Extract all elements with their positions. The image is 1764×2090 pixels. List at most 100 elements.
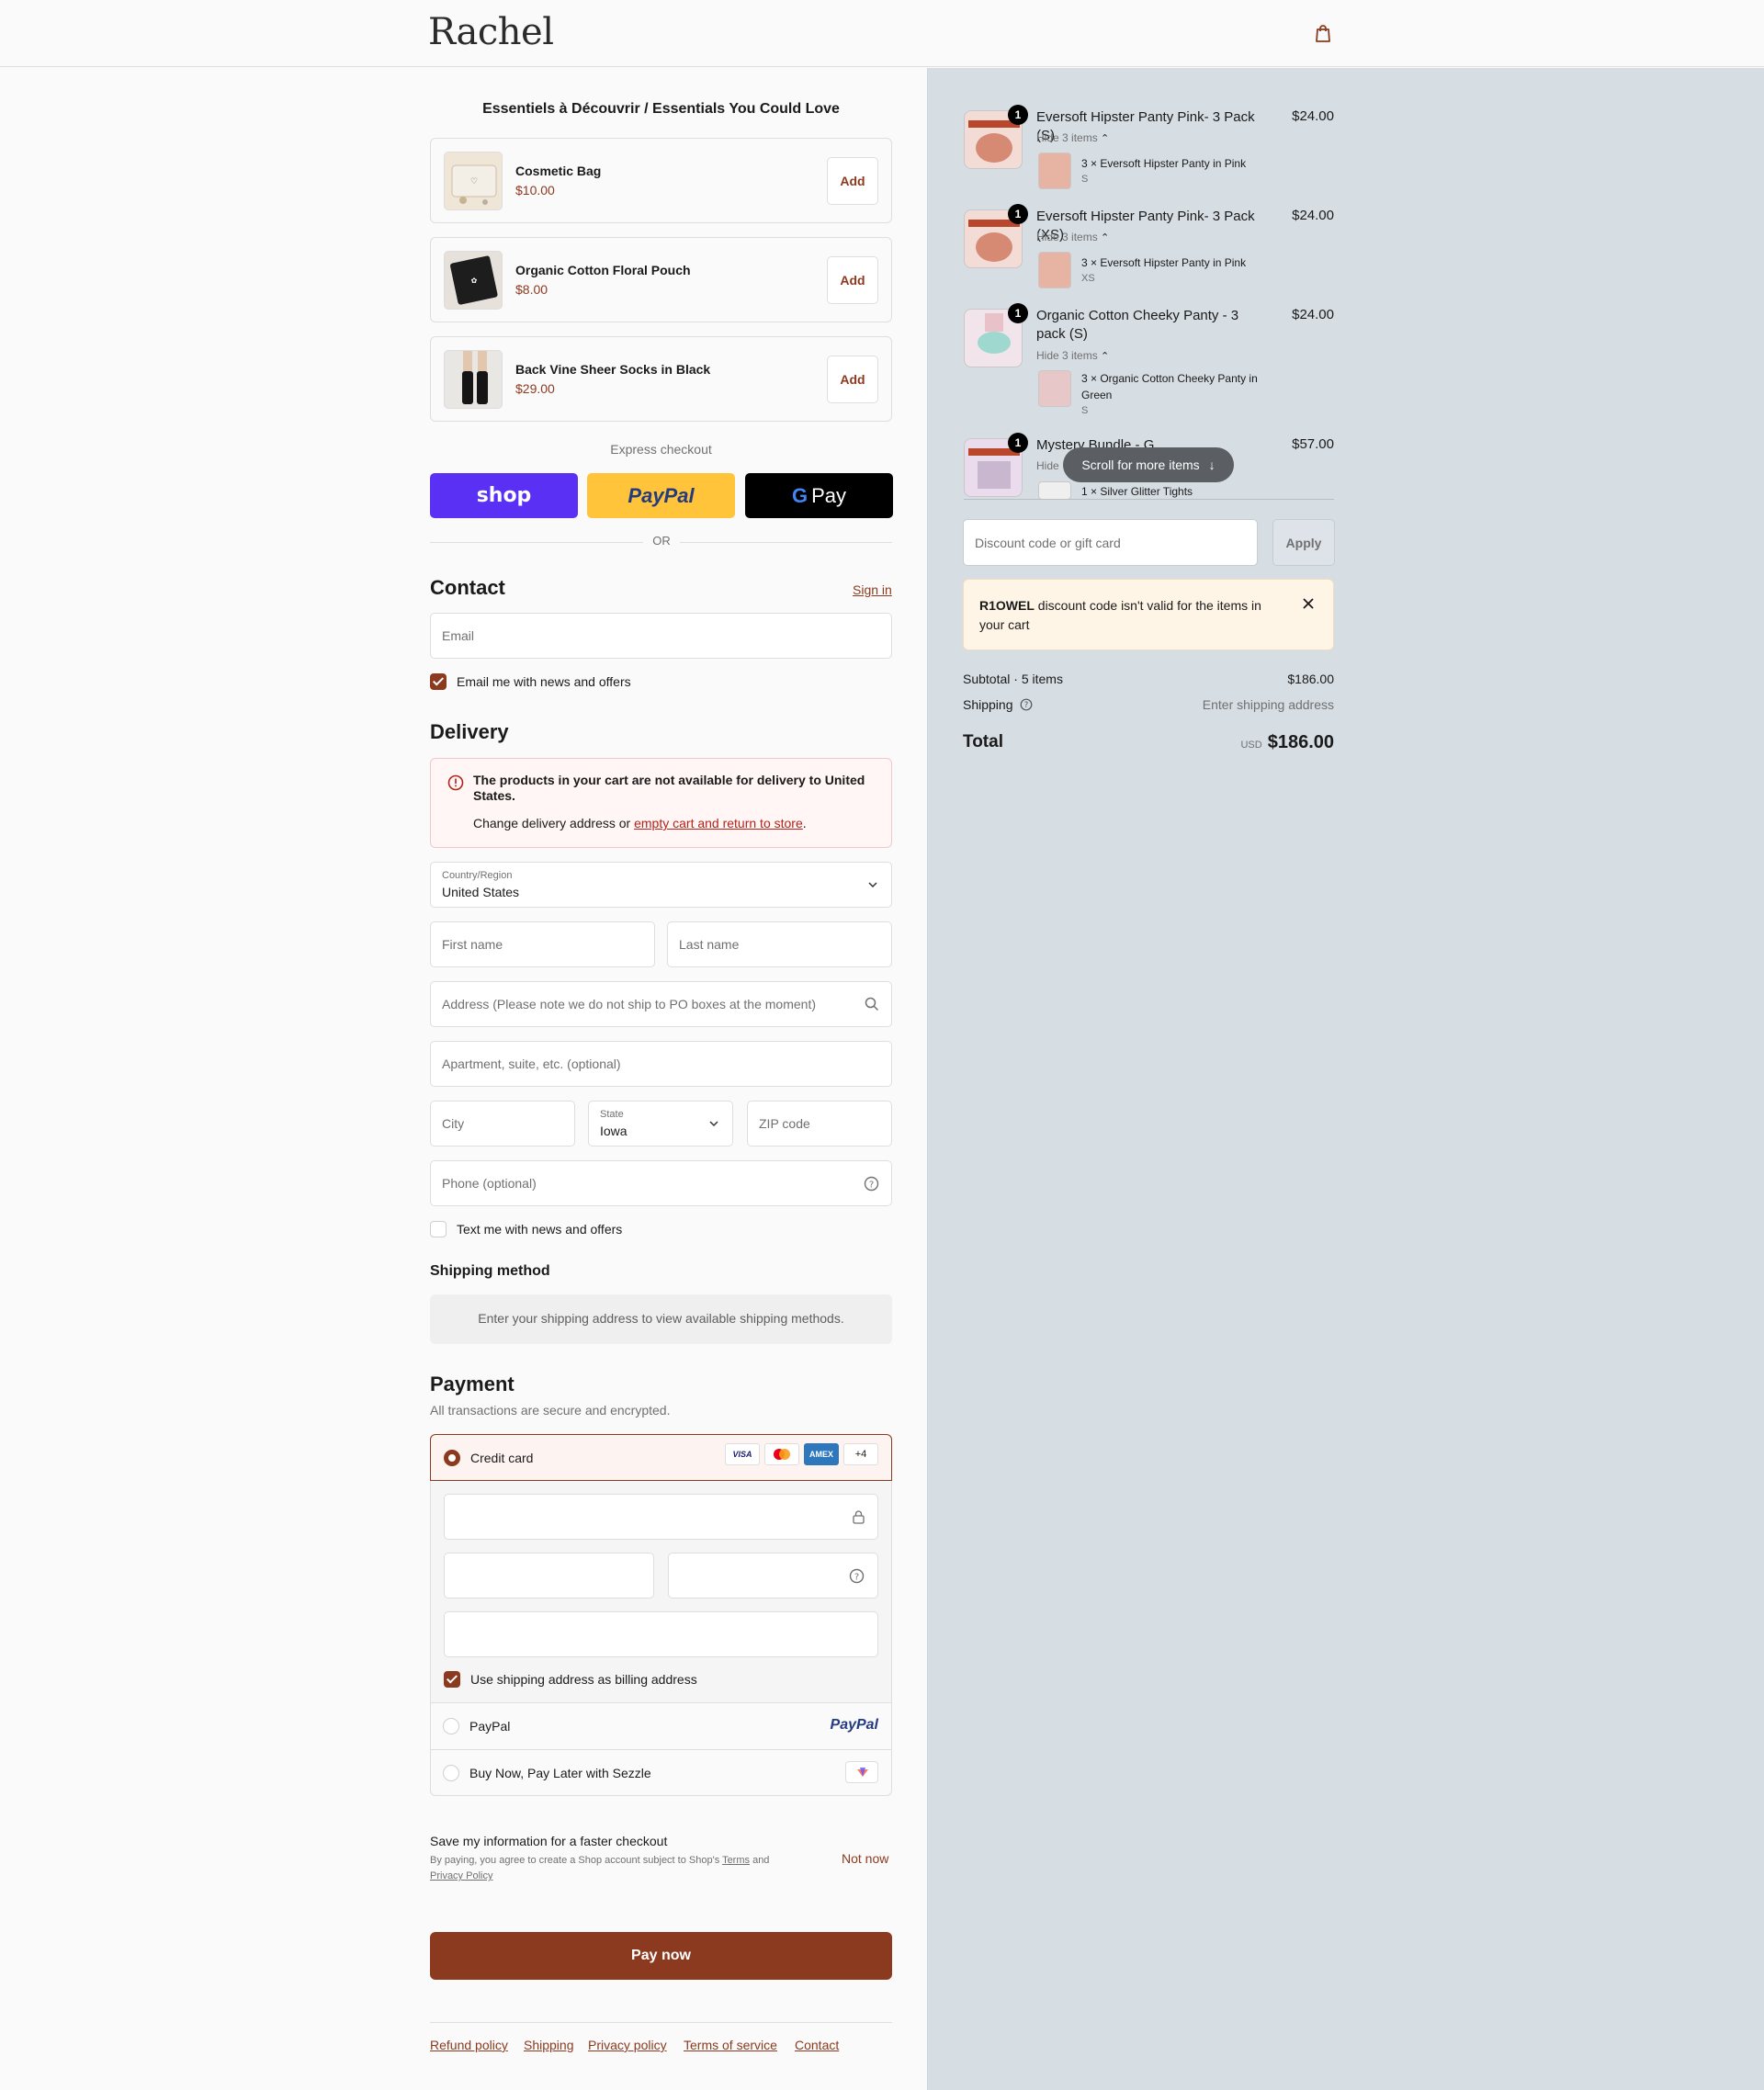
help-icon[interactable]: ? (1020, 698, 1033, 711)
bundle-item-variant: S (1081, 405, 1089, 416)
shipping-method-heading: Shipping method (430, 1263, 550, 1279)
paypal-radio[interactable] (443, 1718, 459, 1734)
shop-terms-link[interactable]: Terms (722, 1855, 750, 1866)
billing-address-label: Use shipping address as billing address (470, 1672, 697, 1687)
alert-message: Change delivery address or empty cart an… (473, 816, 807, 830)
google-g-icon: G (791, 483, 808, 507)
sezzle-radio[interactable] (443, 1765, 459, 1781)
country-label: Country/Region (442, 870, 513, 881)
credit-card-option[interactable]: Credit card VISA AMEX +4 (430, 1434, 892, 1481)
add-button[interactable]: Add (827, 256, 878, 304)
discount-code-text: R1OWEL (979, 598, 1035, 613)
email-news-checkbox[interactable] (430, 673, 447, 690)
shop-privacy-link[interactable]: Privacy Policy (430, 1870, 492, 1881)
hide-items-toggle[interactable]: Hide (1036, 459, 1059, 472)
visa-icon: VISA (725, 1443, 760, 1465)
credit-card-label: Credit card (470, 1451, 534, 1465)
credit-card-radio[interactable] (444, 1450, 460, 1466)
paypal-logo: PayPal (830, 1717, 878, 1733)
country-select[interactable]: Country/Region United States (430, 862, 892, 908)
chevron-up-icon: ⌃ (1101, 351, 1110, 362)
sezzle-option[interactable]: Buy Now, Pay Later with Sezzle (431, 1749, 891, 1795)
shipping-value: Enter shipping address (1202, 697, 1334, 712)
bundle-item-image (1038, 370, 1071, 407)
shipping-method-note: Enter your shipping address to view avai… (478, 1311, 844, 1326)
phone-field[interactable]: Phone (optional) ? (430, 1160, 892, 1206)
scroll-hint-label: Scroll for more items (1081, 458, 1200, 472)
address-field[interactable]: Address (Please note we do not ship to P… (430, 981, 892, 1027)
help-icon[interactable]: ? (864, 1176, 879, 1192)
zip-placeholder: ZIP code (759, 1116, 810, 1131)
text-news-label: Text me with news and offers (457, 1222, 623, 1237)
amex-icon: AMEX (804, 1443, 839, 1465)
close-icon[interactable] (1302, 597, 1315, 610)
help-icon[interactable]: ? (849, 1568, 865, 1584)
sign-in-link[interactable]: Sign in (853, 582, 892, 597)
discount-placeholder: Discount code or gift card (975, 536, 1121, 550)
scroll-for-more-button[interactable]: Scroll for more items ↓ (1063, 447, 1234, 482)
chevron-up-icon: ⌃ (1101, 133, 1110, 144)
billing-address-checkbox[interactable] (444, 1671, 460, 1688)
last-name-field[interactable]: Last name (667, 921, 892, 967)
state-select[interactable]: State Iowa (588, 1101, 733, 1147)
terms-of-service-link[interactable]: Terms of service (684, 2038, 777, 2052)
cart-item-price: $57.00 (1292, 436, 1334, 452)
email-field[interactable]: Email (430, 613, 892, 659)
discount-code-field[interactable]: Discount code or gift card (963, 519, 1258, 566)
lock-icon (853, 1510, 865, 1524)
city-field[interactable]: City (430, 1101, 575, 1147)
google-pay-button[interactable]: G Pay (745, 473, 893, 518)
discount-error-banner: R1OWEL discount code isn't valid for the… (963, 579, 1334, 650)
apartment-field[interactable]: Apartment, suite, etc. (optional) (430, 1041, 892, 1087)
refund-policy-link[interactable]: Refund policy (430, 2038, 508, 2052)
upsell-item-price: $29.00 (515, 381, 555, 396)
card-number-field[interactable] (444, 1494, 878, 1540)
brand-logo[interactable]: Rachel (428, 11, 554, 53)
upsell-title: Essentiels à Découvrir / Essentials You … (482, 101, 840, 117)
phone-placeholder: Phone (optional) (442, 1176, 537, 1191)
zip-field[interactable]: ZIP code (747, 1101, 892, 1147)
empty-cart-link[interactable]: empty cart and return to store (634, 816, 803, 830)
cart-item-price: $24.00 (1292, 208, 1334, 223)
email-placeholder: Email (442, 628, 475, 643)
paypal-option[interactable]: PayPal PayPal (431, 1702, 891, 1749)
pay-now-button[interactable]: Pay now (430, 1932, 892, 1980)
privacy-policy-link[interactable]: Privacy policy (588, 2038, 667, 2052)
apply-button[interactable]: Apply (1272, 519, 1335, 566)
alert-text-end: . (802, 816, 807, 830)
contact-link[interactable]: Contact (795, 2038, 839, 2052)
search-icon[interactable] (865, 997, 879, 1011)
sezzle-option-label: Buy Now, Pay Later with Sezzle (469, 1766, 651, 1780)
expiry-field[interactable] (444, 1553, 654, 1599)
total-value: $186.00 (1267, 732, 1334, 752)
alert-text: Change delivery address or (473, 816, 635, 830)
not-now-button[interactable]: Not now (842, 1851, 888, 1866)
upsell-item: Back Vine Sheer Socks in Black $29.00 Ad… (430, 336, 892, 422)
shipping-link[interactable]: Shipping (524, 2038, 574, 2052)
hide-items-toggle[interactable]: Hide 3 items ⌃ (1036, 231, 1109, 243)
hide-items-toggle[interactable]: Hide 3 items ⌃ (1036, 349, 1109, 362)
subtotal-label: Subtotal · 5 items (963, 672, 1063, 686)
shop-pay-button[interactable]: shop (430, 473, 578, 518)
quantity-badge: 1 (1008, 204, 1028, 224)
paypal-button[interactable]: PayPal (587, 473, 735, 518)
footer-divider (430, 2022, 892, 2023)
header: Rachel (0, 0, 1764, 67)
hide-items-toggle[interactable]: Hide 3 items ⌃ (1036, 131, 1109, 144)
upsell-item-price: $10.00 (515, 183, 555, 198)
text-news-checkbox[interactable] (430, 1221, 447, 1237)
add-button[interactable]: Add (827, 157, 878, 205)
upsell-item-name: Organic Cotton Floral Pouch (515, 263, 691, 277)
shopping-bag-icon[interactable] (1314, 23, 1332, 43)
first-name-field[interactable]: First name (430, 921, 655, 967)
total-amount: USD $186.00 (1176, 732, 1334, 753)
hide-items-label: Hide 3 items (1036, 349, 1098, 362)
or-divider-text: OR (643, 534, 680, 548)
name-on-card-field[interactable] (444, 1611, 878, 1657)
hide-items-label: Hide 3 items (1036, 131, 1098, 144)
upsell-item-name: Back Vine Sheer Socks in Black (515, 362, 711, 377)
add-button[interactable]: Add (827, 356, 878, 403)
hide-items-label: Hide 3 items (1036, 231, 1098, 243)
security-code-field[interactable]: ? (668, 1553, 878, 1599)
more-cards-badge: +4 (843, 1443, 878, 1465)
